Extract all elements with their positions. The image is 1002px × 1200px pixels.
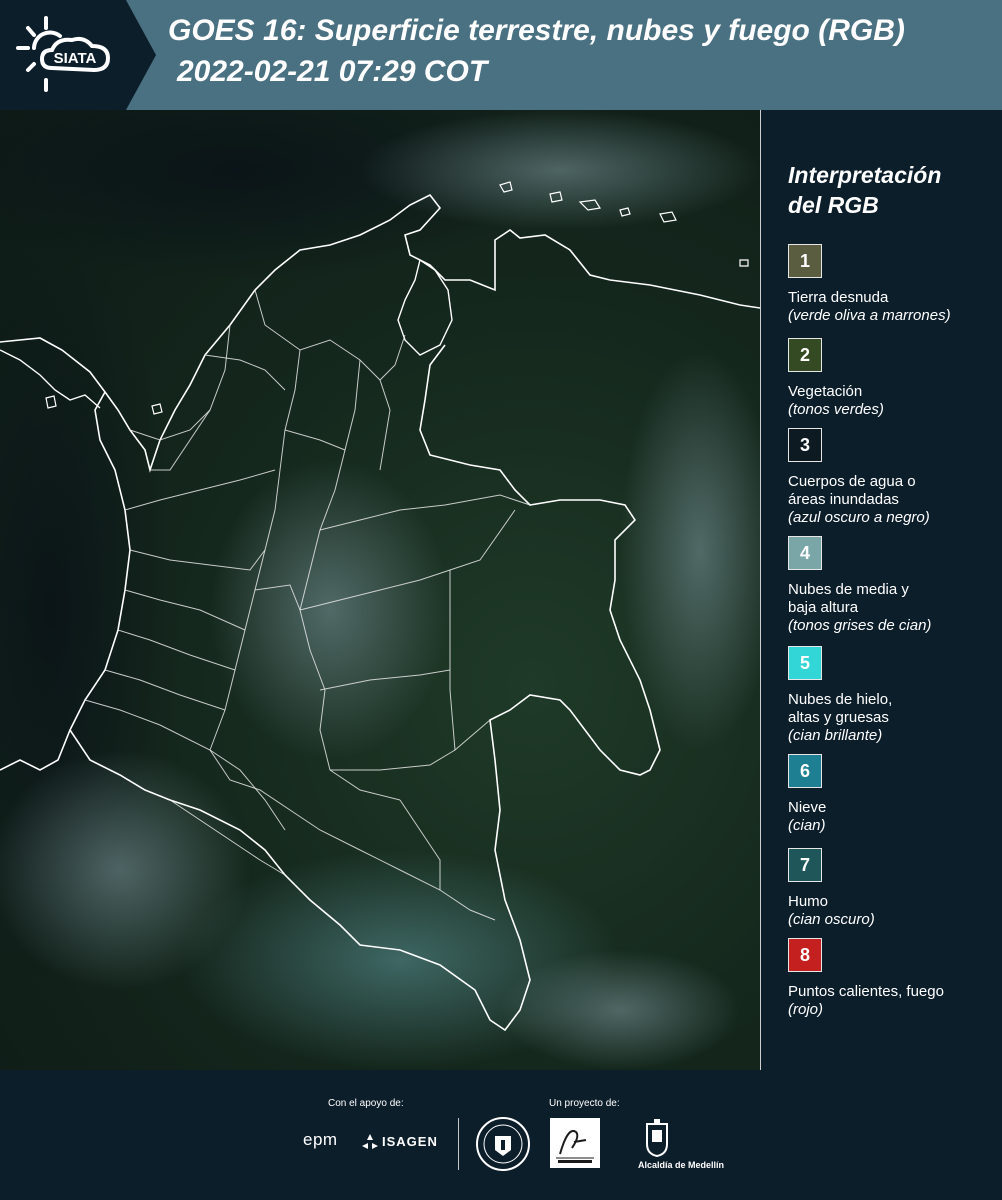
legend-label-line: altas y gruesas xyxy=(788,709,889,726)
legend-item: 5 Nubes de hielo, altas y gruesas (cian bri… xyxy=(788,646,998,745)
legend-description: (azul oscuro a negro) xyxy=(788,509,930,526)
legend-swatch: 5 xyxy=(788,646,822,680)
legend-title: Interpretación del RGB xyxy=(788,160,998,220)
page-timestamp: 2022-02-21 07:29 COT xyxy=(177,55,488,88)
legend-label: Nubes de media y baja altura (tonos grises… xyxy=(788,581,998,635)
cloud-area xyxy=(360,110,760,230)
legend-label: Humo (cian oscuro) xyxy=(788,893,998,929)
legend-label-line: Nubes de media y xyxy=(788,581,909,598)
isagen-logo: ISAGEN xyxy=(382,1134,438,1149)
cloud-area xyxy=(620,350,760,750)
maracaibo-lake xyxy=(397,258,453,356)
legend-item: 6 Nieve (cian) xyxy=(788,754,998,835)
legend-swatch: 2 xyxy=(788,338,822,372)
legend-label: Cuerpos de agua o áreas inundadas (azul os… xyxy=(788,473,998,527)
footer-divider xyxy=(458,1118,459,1170)
legend-label-line: Puntos calientes, fuego xyxy=(788,983,944,1000)
area-metropolitana-mark xyxy=(556,1130,594,1163)
legend-swatch: 8 xyxy=(788,938,822,972)
legend-title-line1: Interpretación xyxy=(788,162,942,188)
legend-swatch: 3 xyxy=(788,428,822,462)
epm-logo: epm xyxy=(303,1130,338,1149)
legend-item: 1 Tierra desnuda (verde oliva a marrones) xyxy=(788,244,998,325)
legend-label-line: Nubes de hielo, xyxy=(788,691,893,708)
legend-label-line: Vegetación xyxy=(788,383,863,400)
logo-chevron xyxy=(124,0,156,110)
legend-swatch: 4 xyxy=(788,536,822,570)
map-svg xyxy=(0,110,760,1070)
legend-label-line: baja altura xyxy=(788,599,859,616)
legend-item: 2 Vegetación (tonos verdes) xyxy=(788,338,998,419)
cloud-area xyxy=(500,950,740,1070)
legend-item: 7 Humo (cian oscuro) xyxy=(788,848,998,929)
legend-description: (tonos grises de cian) xyxy=(788,617,932,634)
rgb-legend: Interpretación del RGB 1 Tierra desnuda (v… xyxy=(788,160,998,1018)
footer: Con el apoyo de: Un proyecto de: epm ISA… xyxy=(0,1070,1002,1200)
university-seal-icon xyxy=(476,1117,530,1171)
legend-description: (verde oliva a marrones) xyxy=(788,307,951,324)
legend-label-line: áreas inundadas xyxy=(788,491,899,508)
legend-description: (tonos verdes) xyxy=(788,401,884,418)
page-title: GOES 16: Superficie terrestre, nubes y f… xyxy=(168,14,905,47)
legend-description: (cian oscuro) xyxy=(788,911,875,928)
legend-label: Nieve (cian) xyxy=(788,799,998,835)
legend-swatch: 6 xyxy=(788,754,822,788)
legend-label-line: Humo xyxy=(788,893,829,910)
cloud-area xyxy=(0,750,250,990)
legend-label: Tierra desnuda (verde oliva a marrones) xyxy=(788,289,998,325)
support-label: Con el apoyo de: xyxy=(328,1098,404,1109)
satellite-map xyxy=(0,110,761,1071)
alcaldia-crest-icon xyxy=(646,1119,668,1158)
siata-logo: SIATA xyxy=(16,16,111,92)
legend-description: (cian brillante) xyxy=(788,727,883,744)
legend-label: Nubes de hielo, altas y gruesas (cian bril… xyxy=(788,691,998,745)
cloud-area xyxy=(210,460,450,760)
isagen-mark-icon xyxy=(362,1134,378,1149)
legend-label-line: Tierra desnuda xyxy=(788,289,889,306)
project-label: Un proyecto de: xyxy=(549,1098,620,1109)
logo-block: SIATA xyxy=(0,0,125,110)
legend-label: Puntos calientes, fuego (rojo) xyxy=(788,983,998,1019)
legend-label-line: Nieve xyxy=(788,799,827,816)
legend-item: 4 Nubes de media y baja altura (tonos grise… xyxy=(788,536,998,635)
legend-swatch: 7 xyxy=(788,848,822,882)
legend-description: (cian) xyxy=(788,817,826,834)
legend-swatch: 1 xyxy=(788,244,822,278)
legend-item: 8 Puntos calientes, fuego (rojo) xyxy=(788,938,998,1019)
svg-text:SIATA: SIATA xyxy=(54,50,97,67)
area-metropolitana-logo xyxy=(550,1118,600,1168)
legend-item: 3 Cuerpos de agua o áreas inundadas (azul o… xyxy=(788,428,998,527)
legend-description: (rojo) xyxy=(788,1001,824,1018)
header-banner: SIATA GOES 16: Superficie terrestre, nub… xyxy=(0,0,1002,110)
legend-title-line2: del RGB xyxy=(788,192,879,218)
alcaldia-label: Alcaldía de Medellín xyxy=(638,1160,725,1170)
legend-label-line: Cuerpos de agua o xyxy=(788,473,916,490)
legend-label: Vegetación (tonos verdes) xyxy=(788,383,998,419)
